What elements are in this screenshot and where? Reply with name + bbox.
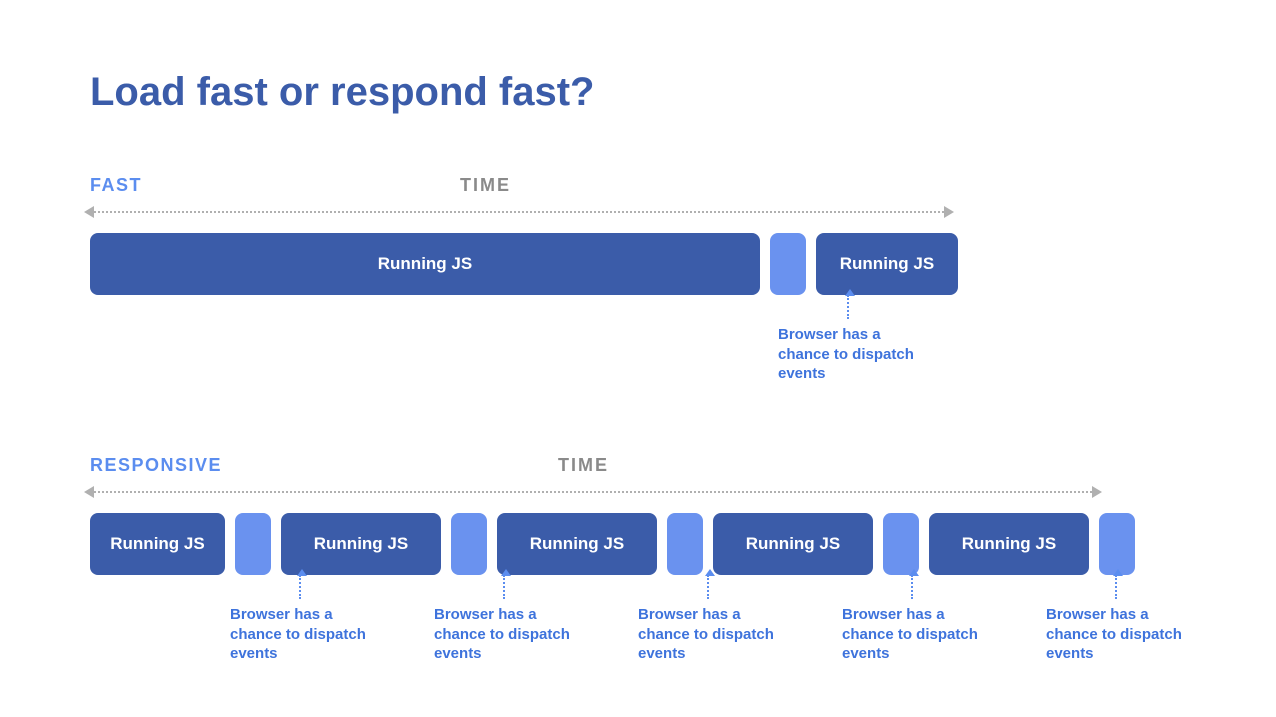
arrow-right-icon xyxy=(1092,486,1102,498)
dispatch-annotation: Browser has a chance to dispatch events xyxy=(230,575,370,664)
page-title: Load fast or respond fast? xyxy=(90,70,1186,115)
annotation-text: Browser has a chance to dispatch events xyxy=(434,605,574,664)
responsive-timeline xyxy=(90,489,1096,495)
gap-block xyxy=(235,513,271,575)
annotation-text: Browser has a chance to dispatch events xyxy=(778,325,918,384)
dispatch-annotation: Browser has a chance to dispatch events xyxy=(778,295,918,384)
js-block: Running JS xyxy=(90,513,225,575)
responsive-annotations: Browser has a chance to dispatch events B… xyxy=(90,575,1186,685)
dispatch-annotation: Browser has a chance to dispatch events xyxy=(1046,575,1186,664)
arrow-left-icon xyxy=(84,206,94,218)
gap-block xyxy=(1099,513,1135,575)
arrow-up-icon xyxy=(503,575,505,599)
responsive-labels: RESPONSIVE TIME xyxy=(90,455,1186,483)
gap-block xyxy=(883,513,919,575)
responsive-label: RESPONSIVE xyxy=(90,455,222,476)
js-block: Running JS xyxy=(713,513,873,575)
js-block: Running JS xyxy=(281,513,441,575)
fast-label: FAST xyxy=(90,175,142,196)
fast-labels: FAST TIME xyxy=(90,175,1186,203)
responsive-section: RESPONSIVE TIME Running JSRunning JSRunn… xyxy=(90,455,1186,685)
arrow-right-icon xyxy=(944,206,954,218)
gap-block xyxy=(451,513,487,575)
fast-bar-row: Running JSRunning JS xyxy=(90,233,948,295)
annotation-text: Browser has a chance to dispatch events xyxy=(1046,605,1186,664)
fast-annotations: Browser has a chance to dispatch events xyxy=(90,295,1186,405)
dispatch-annotation: Browser has a chance to dispatch events xyxy=(434,575,574,664)
arrow-up-icon xyxy=(1115,575,1117,599)
js-block: Running JS xyxy=(929,513,1089,575)
gap-block xyxy=(667,513,703,575)
fast-section: FAST TIME Running JSRunning JS Browser h… xyxy=(90,175,1186,405)
arrow-up-icon xyxy=(911,575,913,599)
annotation-text: Browser has a chance to dispatch events xyxy=(230,605,370,664)
arrow-up-icon xyxy=(707,575,709,599)
arrow-up-icon xyxy=(847,295,849,319)
annotation-text: Browser has a chance to dispatch events xyxy=(842,605,982,664)
gap-block xyxy=(770,233,806,295)
js-block: Running JS xyxy=(497,513,657,575)
js-block: Running JS xyxy=(816,233,958,295)
arrow-left-icon xyxy=(84,486,94,498)
responsive-time-label: TIME xyxy=(558,455,609,476)
fast-timeline xyxy=(90,209,948,215)
js-block: Running JS xyxy=(90,233,760,295)
responsive-bar-row: Running JS Running JS Running JS Running JS… xyxy=(90,513,1096,575)
dispatch-annotation: Browser has a chance to dispatch events xyxy=(842,575,982,664)
dispatch-annotation: Browser has a chance to dispatch events xyxy=(638,575,778,664)
arrow-up-icon xyxy=(299,575,301,599)
fast-time-label: TIME xyxy=(460,175,511,196)
annotation-text: Browser has a chance to dispatch events xyxy=(638,605,778,664)
